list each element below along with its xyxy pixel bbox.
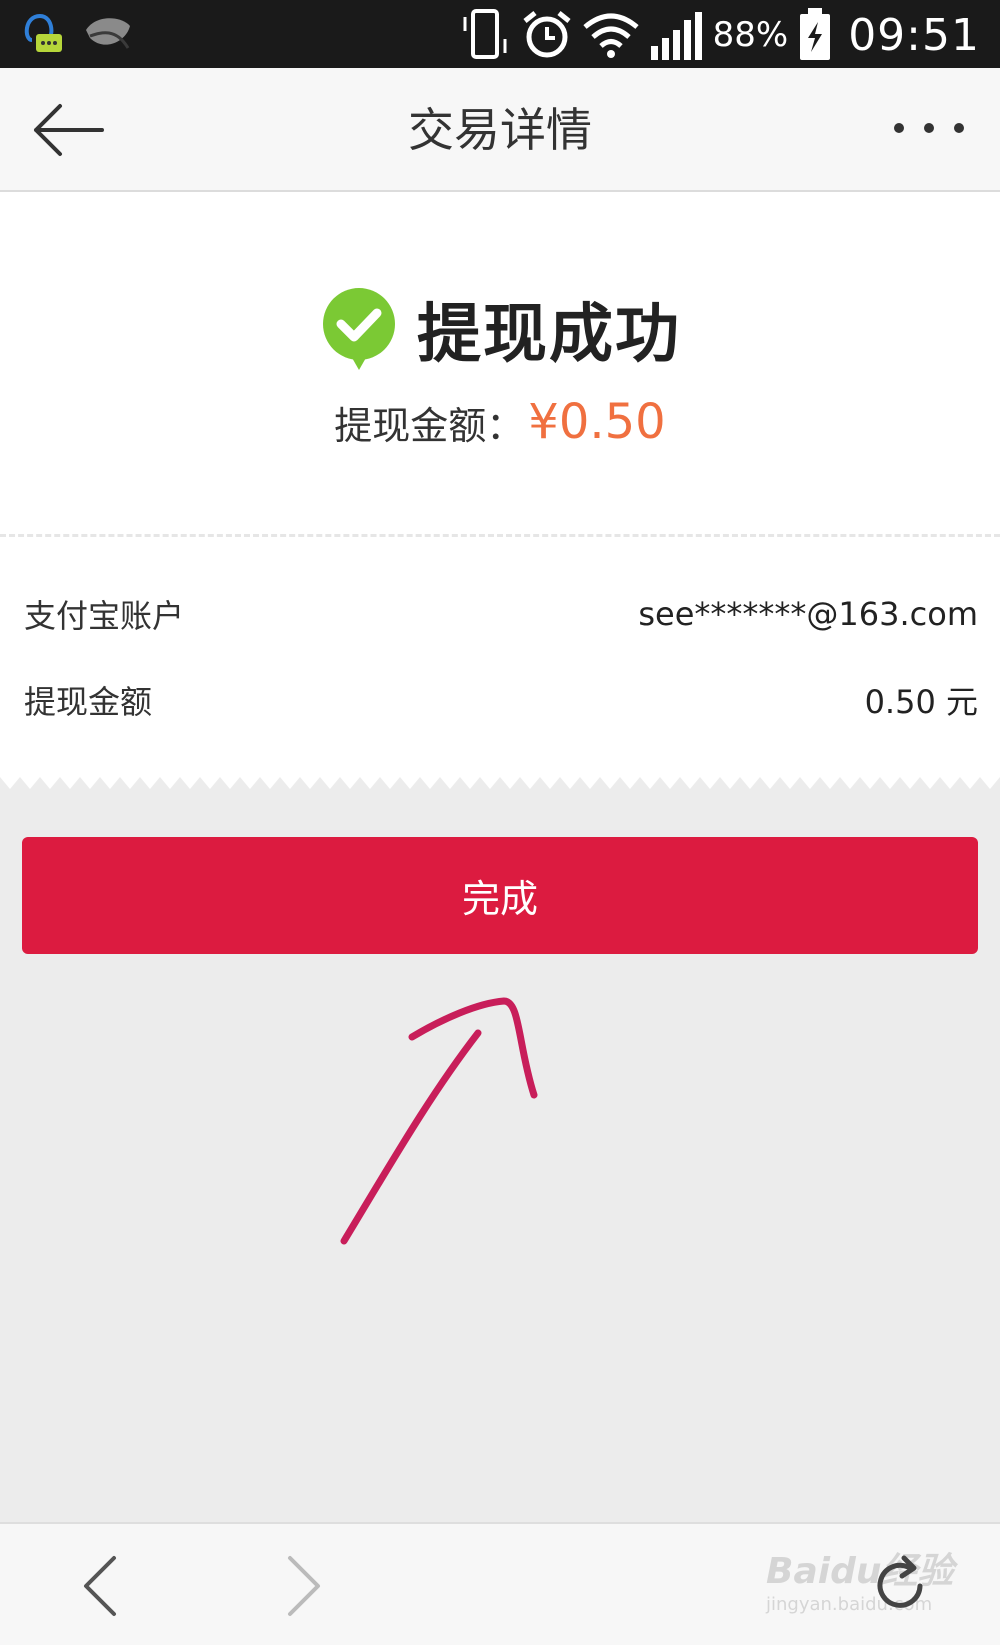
notification-icons — [18, 10, 134, 58]
watermark-title: Baidu经验 — [766, 1551, 954, 1592]
watermark-url: jingyan.baidu.com — [766, 1594, 933, 1615]
refresh-icon[interactable] — [868, 1554, 932, 1618]
done-button[interactable]: 完成 — [22, 837, 978, 954]
bottom-toolbar: Baidu经验 jingyan.baidu.com — [0, 1522, 1000, 1645]
detail-label: 支付宝账户 — [24, 597, 185, 635]
wifi-icon — [582, 13, 639, 58]
annotation-arrow-icon — [340, 997, 538, 1245]
chevron-right-icon[interactable] — [282, 1552, 326, 1620]
clock-time: 09:51 — [848, 9, 980, 61]
result-header: 提现成功 — [0, 284, 1000, 374]
signal-icon — [650, 12, 702, 60]
alarm-icon — [523, 11, 571, 58]
leaf-icon — [86, 18, 130, 49]
transaction-card: 提现成功 提现金额： ¥0.50 支付宝账户 see*******@163.co… — [0, 192, 1000, 777]
zigzag-edge — [0, 777, 1000, 789]
detail-value: see*******@163.com — [638, 595, 978, 633]
amount-summary: 提现金额： ¥0.50 — [0, 392, 1000, 452]
amount-label: 提现金额： — [334, 403, 525, 448]
check-circle-icon — [323, 288, 395, 370]
battery-percent: 88% — [712, 15, 789, 55]
baidu-watermark: Baidu经验 jingyan.baidu.com — [766, 1542, 966, 1638]
dot — [924, 123, 934, 133]
detail-value: 0.50 元 — [864, 683, 978, 721]
qq-message-icon — [24, 13, 62, 52]
dashed-divider — [0, 534, 1000, 537]
navigation-bar: 交易详情 — [0, 68, 1000, 192]
result-title: 提现成功 — [417, 298, 681, 372]
page-title: 交易详情 — [408, 103, 592, 157]
status-bar: 88% 09:51 — [0, 0, 1000, 68]
amount-value: ¥0.50 — [528, 394, 666, 450]
battery-charging-icon — [800, 8, 831, 60]
dot — [894, 123, 904, 133]
more-dots-icon[interactable] — [894, 108, 964, 148]
system-status: 88% 09:51 — [459, 6, 980, 64]
chevron-left-icon[interactable] — [78, 1552, 122, 1620]
vibrate-icon — [463, 9, 507, 59]
dot — [954, 123, 964, 133]
detail-label: 提现金额 — [24, 683, 153, 721]
detail-row-amount: 提现金额 0.50 元 — [24, 670, 978, 730]
detail-row-account: 支付宝账户 see*******@163.com — [24, 584, 978, 644]
